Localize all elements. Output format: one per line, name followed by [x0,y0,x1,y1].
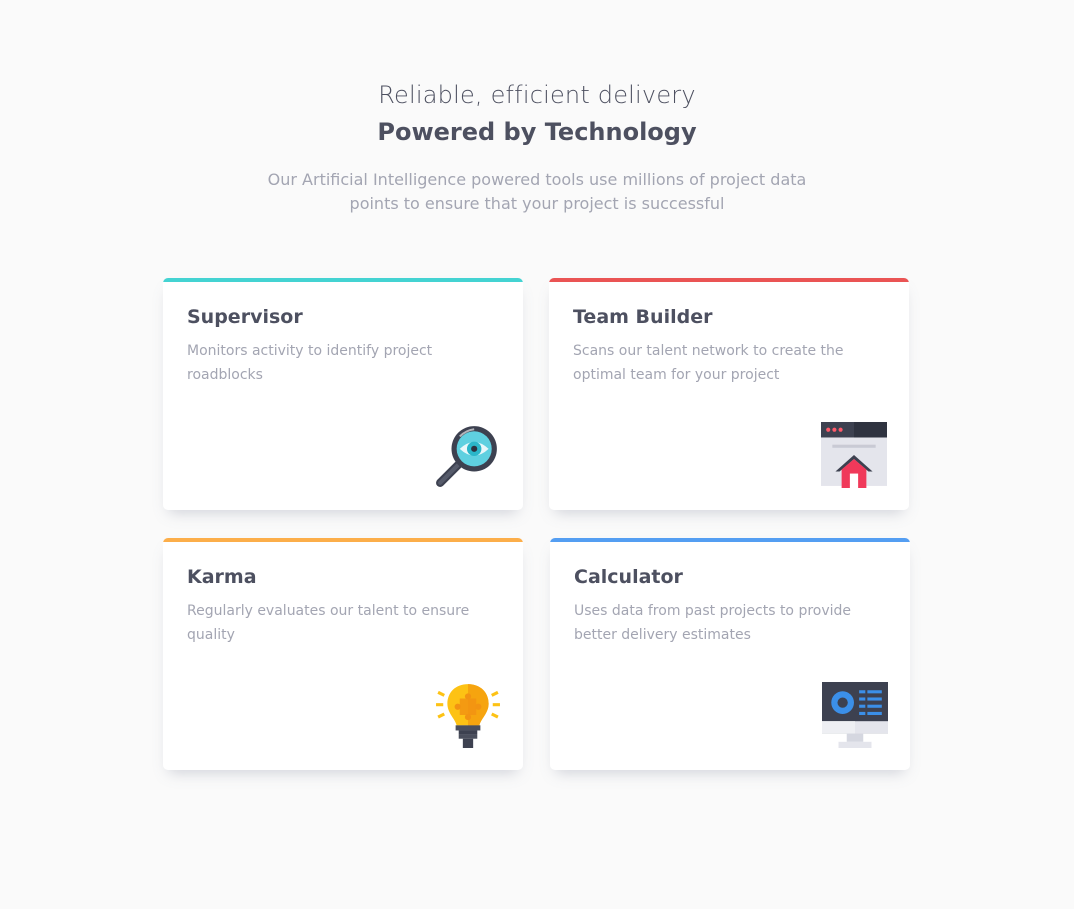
monitor-dashboard-icon [822,682,888,748]
feature-card-calculator: Calculator Uses data from past projects … [550,538,910,770]
section-title: Powered by Technology [377,118,697,146]
card-title: Karma [187,566,257,588]
card-description: Regularly evaluates our talent to ensure… [187,603,470,643]
card-title: Team Builder [573,306,713,328]
card-title: Supervisor [187,306,303,328]
card-accent-bar [163,278,523,282]
card-title: Calculator [574,566,683,588]
section-subtitle: Reliable, efficient delivery [378,81,696,109]
feature-card-team-builder: Team Builder Scans our talent network to… [549,278,909,510]
card-accent-bar [550,538,910,542]
section-intro: Our Artificial Intelligence powered tool… [267,170,807,213]
card-description: Scans our talent network to create the o… [573,343,844,383]
feature-card-karma: Karma Regularly evaluates our talent to … [163,538,523,770]
magnifier-eye-icon [436,426,497,487]
browser-home-icon [821,422,887,488]
card-description: Uses data from past projects to provide … [574,603,852,643]
features-header: Reliable, efficient delivery Powered by … [0,78,1074,216]
card-description: Monitors activity to identify project ro… [187,343,433,383]
feature-card-supervisor: Supervisor Monitors activity to identify… [163,278,523,510]
lightbulb-icon [436,684,500,748]
card-accent-bar [549,278,909,282]
card-accent-bar [163,538,523,542]
